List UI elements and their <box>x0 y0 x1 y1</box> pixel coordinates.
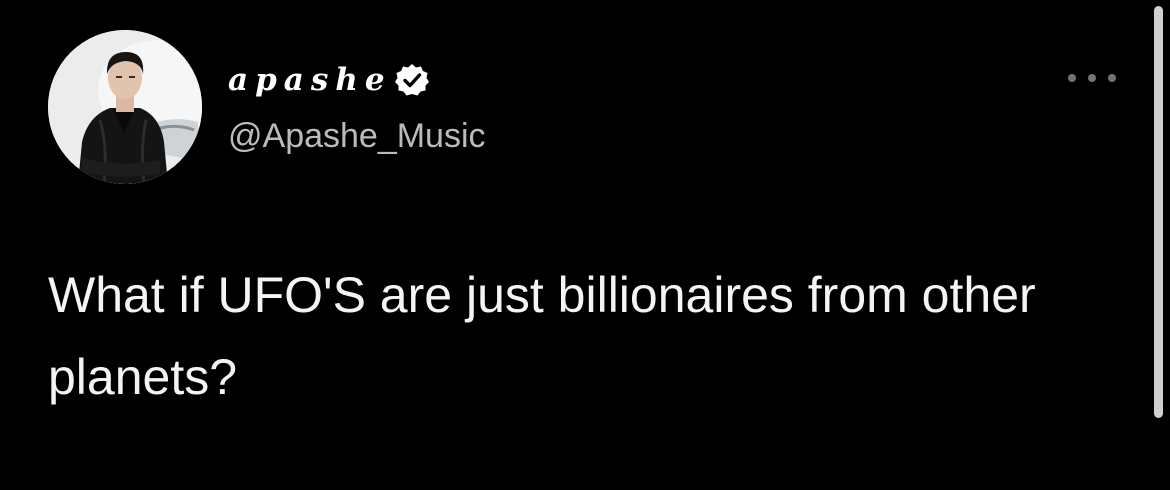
tweet-card: apashe @Apashe_Music What if UFO'S are j… <box>0 0 1170 490</box>
verified-badge-icon <box>394 62 430 98</box>
more-dot <box>1088 74 1096 82</box>
display-name: apashe <box>228 62 392 98</box>
more-horizontal-icon[interactable] <box>1068 64 1116 92</box>
display-name-row[interactable]: apashe <box>228 58 430 102</box>
more-dot <box>1068 74 1076 82</box>
scrollbar-thumb[interactable] <box>1154 6 1163 418</box>
author-handle[interactable]: @Apashe_Music <box>228 114 486 158</box>
author-avatar[interactable] <box>48 30 202 184</box>
tweet-text: What if UFO'S are just billionaires from… <box>48 267 1036 405</box>
avatar-photo <box>48 30 202 184</box>
more-dot <box>1108 74 1116 82</box>
